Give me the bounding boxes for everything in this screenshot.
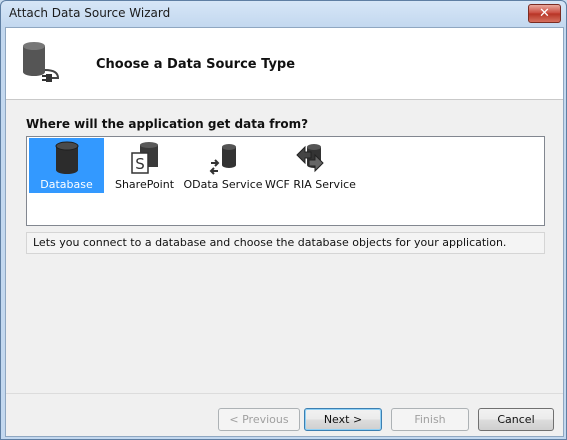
source-label-database: Database bbox=[40, 178, 93, 191]
source-description: Lets you connect to a database and choos… bbox=[26, 232, 545, 254]
source-label-wcf-ria: WCF RIA Service bbox=[265, 178, 356, 191]
source-label-odata: OData Service bbox=[183, 178, 263, 191]
odata-service-icon bbox=[209, 144, 236, 175]
source-question-label: Where will the application get data from… bbox=[26, 117, 309, 131]
database-icon bbox=[55, 141, 79, 174]
sharepoint-icon: S bbox=[131, 142, 158, 174]
source-item-wcf-ria[interactable]: WCF RIA Service bbox=[265, 138, 356, 193]
close-button[interactable]: ✕ bbox=[528, 4, 561, 23]
next-button[interactable]: Next > bbox=[304, 408, 382, 431]
title-bar[interactable]: Attach Data Source Wizard ✕ bbox=[1, 1, 566, 27]
source-label-sharepoint: SharePoint bbox=[114, 178, 175, 191]
source-item-odata[interactable]: OData Service bbox=[183, 138, 263, 193]
previous-button[interactable]: < Previous bbox=[218, 408, 300, 431]
page-title: Choose a Data Source Type bbox=[96, 57, 296, 72]
source-item-database[interactable]: Database bbox=[29, 138, 104, 193]
source-item-sharepoint[interactable]: S SharePoint bbox=[112, 138, 177, 193]
wizard-content: Choose a Data Source Type Where will the… bbox=[5, 27, 564, 437]
database-connect-icon bbox=[23, 42, 60, 82]
wizard-header: Choose a Data Source Type bbox=[6, 28, 563, 100]
svg-text:S: S bbox=[135, 155, 145, 173]
finish-button[interactable]: Finish bbox=[391, 408, 469, 431]
window-title: Attach Data Source Wizard bbox=[9, 6, 171, 20]
data-source-list[interactable]: Database S SharePoint OData Service WCF … bbox=[26, 136, 545, 226]
wizard-window: Attach Data Source Wizard ✕ Choose a Dat… bbox=[0, 0, 567, 440]
footer-divider bbox=[6, 393, 563, 394]
cancel-button[interactable]: Cancel bbox=[478, 408, 554, 431]
wcf-ria-service-icon bbox=[296, 144, 324, 173]
